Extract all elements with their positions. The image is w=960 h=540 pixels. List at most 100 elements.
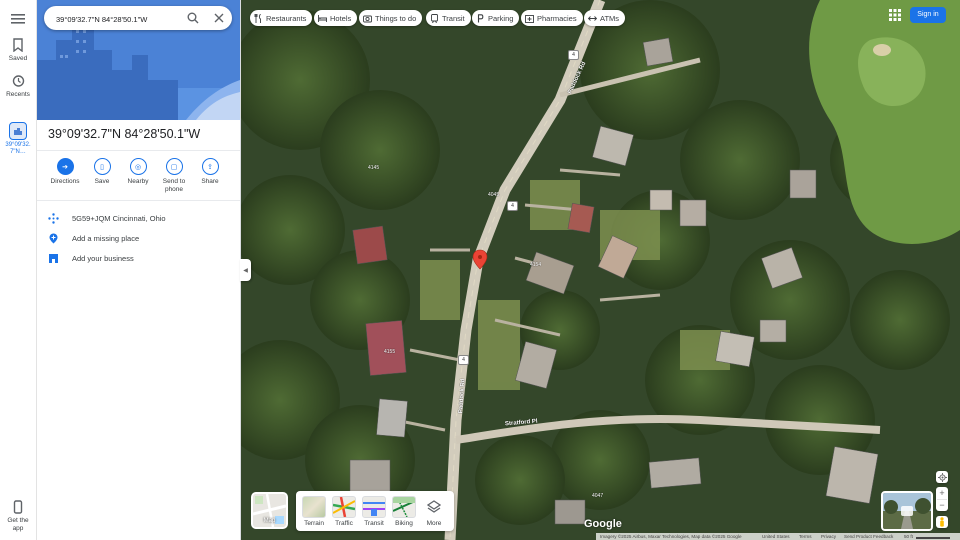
house-number: 4155: [384, 349, 396, 355]
layer-transit[interactable]: Transit: [362, 496, 386, 527]
street-view-icon: [901, 506, 913, 516]
nearby-icon: ◎: [129, 158, 147, 175]
house-number: 4047: [592, 493, 604, 499]
directions-button[interactable]: ➔ Directions: [48, 158, 82, 185]
share-icon: ⇪: [201, 158, 219, 175]
chip-label: Hotels: [330, 13, 352, 23]
transit-thumbnail: [362, 496, 386, 518]
google-logo: Google: [584, 518, 622, 530]
get-app-label: Get the app: [7, 517, 29, 532]
place-title: 39°09'32.7"N 84°28'50.1"W: [48, 127, 201, 141]
chip-label: Pharmacies: [537, 13, 577, 23]
add-business-row[interactable]: Add your business: [36, 249, 240, 269]
terrain-thumbnail: [302, 496, 326, 518]
chip-parking[interactable]: Parking: [472, 10, 520, 26]
chip-things-to-do[interactable]: Things to do: [359, 10, 423, 26]
divider: [36, 200, 240, 201]
directions-icon: ➔: [56, 158, 74, 175]
left-rail: Saved Recents 39°09'32.7"N… Get the app: [0, 0, 37, 540]
phone-icon: ▢: [165, 158, 183, 175]
feedback-link[interactable]: Send Product Feedback: [844, 534, 893, 539]
fork-knife-icon: [254, 13, 261, 23]
street-view-preview[interactable]: [881, 491, 933, 531]
chevron-left-icon: ◀: [243, 267, 248, 274]
apps-grid-icon[interactable]: [889, 9, 901, 21]
recents-label: Recents: [6, 91, 30, 98]
bookmark-icon: [13, 38, 23, 52]
send-to-phone-button[interactable]: ▢ Send to phone: [157, 158, 191, 194]
crosshair-icon: [937, 472, 947, 482]
house-number: 4145: [368, 165, 380, 171]
layer-toggle-map[interactable]: Map: [251, 492, 288, 529]
pegman-button[interactable]: [936, 516, 948, 528]
privacy-link[interactable]: Privacy: [821, 534, 836, 539]
recent-place-item[interactable]: 39°09'32.7"N…: [0, 122, 36, 156]
share-button[interactable]: ⇪ Share: [193, 158, 227, 185]
add-missing-place-text: Add a missing place: [72, 234, 140, 243]
recents-button[interactable]: Recents: [0, 74, 36, 98]
traffic-thumbnail: [332, 496, 356, 518]
scale-label[interactable]: 50 ft: [904, 534, 913, 539]
chip-label: Transit: [442, 13, 465, 23]
collapse-panel-button[interactable]: ◀: [240, 259, 251, 281]
country-link[interactable]: United States: [762, 534, 790, 539]
minus-icon: −: [939, 500, 945, 510]
pegman-icon: [940, 517, 944, 527]
chip-label: Parking: [488, 13, 514, 23]
send-to-phone-label: Send to phone: [162, 178, 186, 193]
chip-transit[interactable]: Transit: [426, 10, 471, 26]
history-icon: [12, 75, 25, 87]
nearby-label: Nearby: [127, 178, 149, 185]
atm-icon: [588, 15, 597, 21]
layer-label: Transit: [364, 520, 384, 527]
chip-label: Things to do: [375, 13, 417, 23]
search-input[interactable]: [54, 10, 178, 28]
layer-biking[interactable]: Biking: [392, 496, 416, 527]
pharmacy-icon: [525, 14, 534, 23]
hamburger-icon: [11, 14, 25, 24]
camera-icon: [363, 15, 372, 22]
layer-traffic[interactable]: Traffic: [332, 496, 356, 527]
layer-label: Biking: [395, 520, 413, 527]
plus-icon: +: [939, 488, 945, 498]
plus-code-row[interactable]: 5G59+JQM Cincinnati, Ohio: [36, 209, 240, 229]
attribution-text: Imagery ©2025 Airbus, Maxar Technologies…: [600, 534, 742, 539]
map-layer-label: Map: [263, 518, 276, 524]
sign-in-button[interactable]: Sign in: [910, 7, 946, 23]
zoom-out-button[interactable]: −: [937, 499, 947, 511]
route-shield: 4: [568, 50, 579, 60]
parking-icon: [477, 13, 484, 22]
add-missing-place-row[interactable]: Add a missing place: [36, 229, 240, 249]
terms-link[interactable]: Terms: [799, 534, 812, 539]
layer-terrain[interactable]: Terrain: [302, 496, 326, 527]
train-icon: [431, 13, 438, 23]
get-app-button[interactable]: Get the app: [0, 500, 36, 533]
chip-hotels[interactable]: Hotels: [314, 10, 358, 26]
house-number: 4045: [488, 192, 500, 198]
recent-place-label: 39°09'32.7"N…: [5, 142, 31, 155]
nearby-button[interactable]: ◎ Nearby: [121, 158, 155, 185]
menu-button[interactable]: [11, 12, 25, 24]
plus-code-icon: [48, 213, 59, 224]
saved-button[interactable]: Saved: [0, 38, 36, 62]
layer-more[interactable]: More: [422, 496, 446, 527]
route-shield: 4: [507, 201, 518, 211]
house-number: 4154: [530, 262, 542, 268]
bookmark-icon: ▯: [93, 158, 111, 175]
chip-label: Restaurants: [266, 13, 307, 23]
save-label: Save: [94, 178, 110, 185]
my-location-button[interactable]: [936, 471, 948, 483]
close-icon[interactable]: [214, 13, 224, 23]
directions-label: Directions: [50, 178, 80, 185]
save-button[interactable]: ▯ Save: [85, 158, 119, 185]
search-icon[interactable]: [187, 12, 199, 24]
layers-icon: [422, 496, 446, 518]
chip-label: ATMs: [600, 13, 620, 23]
zoom-in-button[interactable]: +: [939, 487, 944, 499]
chip-pharmacies[interactable]: Pharmacies: [521, 10, 583, 26]
add-business-text: Add your business: [72, 254, 134, 263]
plus-code-text: 5G59+JQM Cincinnati, Ohio: [72, 214, 166, 223]
chip-atms[interactable]: ATMs: [584, 10, 626, 26]
place-panel: 39°09'32.7"N 84°28'50.1"W ➔ Directions ▯…: [36, 0, 241, 540]
chip-restaurants[interactable]: Restaurants: [250, 10, 313, 26]
